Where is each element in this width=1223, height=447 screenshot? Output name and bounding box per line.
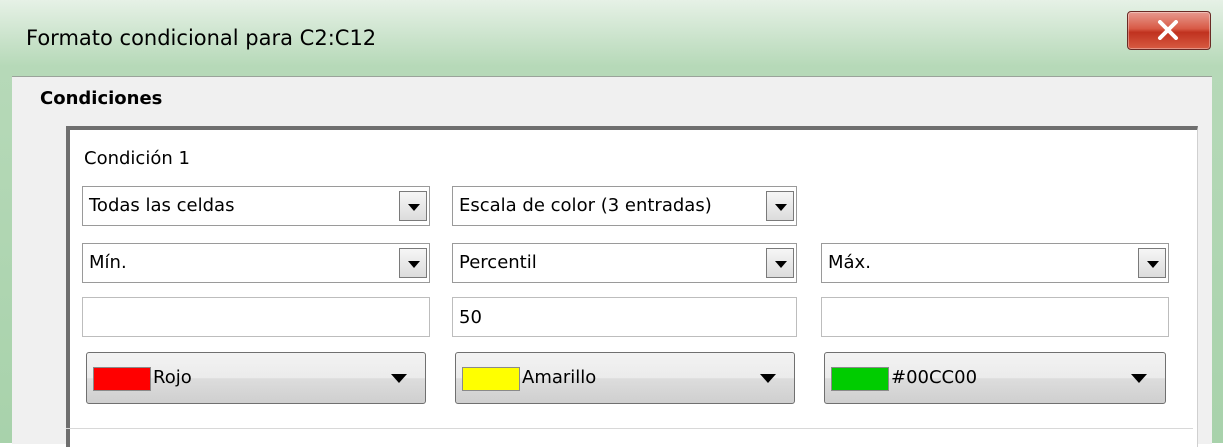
min-type-value: Mín.	[89, 252, 127, 273]
mid-type-value: Percentil	[459, 252, 537, 273]
mid-value-input[interactable]: 50	[452, 297, 797, 337]
max-color-label: #00CC00	[891, 367, 978, 388]
close-icon	[1158, 20, 1178, 40]
chevron-down-icon[interactable]	[766, 248, 794, 278]
title-bar: Formato condicional para C2:C12	[0, 0, 1223, 76]
min-type-select[interactable]: Mín.	[82, 243, 430, 283]
max-type-value: Máx.	[828, 252, 871, 273]
max-color-swatch	[831, 367, 889, 391]
mid-color-swatch	[462, 367, 520, 391]
chevron-down-icon[interactable]	[1138, 248, 1166, 278]
condition-type-select[interactable]: Escala de color (3 entradas)	[452, 186, 797, 226]
condition-type-value: Escala de color (3 entradas)	[459, 195, 712, 216]
chevron-down-icon[interactable]	[766, 191, 794, 221]
min-color-label: Rojo	[153, 367, 192, 388]
min-value-input[interactable]	[82, 297, 430, 337]
max-value-input[interactable]	[821, 297, 1169, 337]
window-title: Formato condicional para C2:C12	[26, 26, 377, 50]
condition-divider	[66, 428, 1193, 429]
max-color-dropdown[interactable]: #00CC00	[824, 352, 1166, 404]
mid-color-dropdown[interactable]: Amarillo	[455, 352, 795, 404]
chevron-down-icon[interactable]	[399, 191, 427, 221]
mid-value-text: 50	[459, 307, 482, 328]
mid-type-select[interactable]: Percentil	[452, 243, 797, 283]
chevron-down-icon	[391, 374, 407, 383]
chevron-down-icon	[1131, 374, 1147, 383]
min-color-dropdown[interactable]: Rojo	[86, 352, 426, 404]
max-type-select[interactable]: Máx.	[821, 243, 1169, 283]
chevron-down-icon	[760, 374, 776, 383]
condition-scope-value: Todas las celdas	[89, 195, 235, 216]
chevron-down-icon[interactable]	[399, 248, 427, 278]
condition-label: Condición 1	[84, 148, 190, 169]
close-button[interactable]	[1127, 11, 1211, 50]
mid-color-label: Amarillo	[522, 367, 597, 388]
condition-scope-select[interactable]: Todas las celdas	[82, 186, 430, 226]
min-color-swatch	[93, 367, 151, 391]
section-title: Condiciones	[40, 88, 163, 109]
